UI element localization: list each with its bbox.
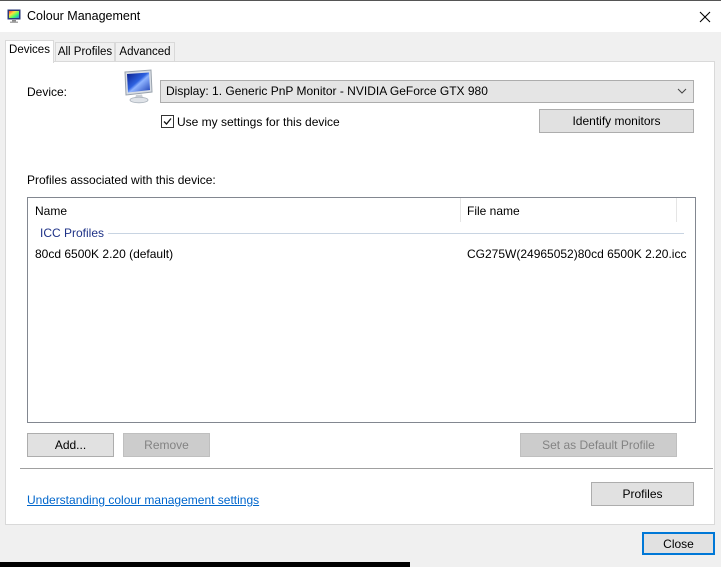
tab-devices[interactable]: Devices [5, 40, 54, 63]
device-label: Device: [27, 85, 68, 99]
close-button[interactable]: Close [642, 532, 715, 555]
close-icon[interactable] [697, 9, 713, 25]
use-my-settings-label: Use my settings for this device [177, 115, 340, 129]
profile-row[interactable]: 80cd 6500K 2.20 (default) CG275W(2496505… [28, 244, 695, 264]
profiles-list[interactable]: Name File name ICC Profiles 80cd 6500K 2… [27, 197, 696, 423]
identify-monitors-button[interactable]: Identify monitors [539, 109, 694, 133]
tab-advanced[interactable]: Advanced [115, 42, 175, 62]
column-header-file-name[interactable]: File name [460, 198, 676, 224]
group-label-icc-profiles: ICC Profiles [40, 226, 105, 240]
profile-file-name: CG275W(24965052)80cd 6500K 2.20.icc [467, 247, 687, 261]
colour-management-monitor-icon [7, 9, 21, 23]
window-title: Colour Management [27, 9, 141, 23]
set-as-default-profile-button[interactable]: Set as Default Profile [520, 433, 677, 457]
profiles-button[interactable]: Profiles [591, 482, 694, 506]
profile-name: 80cd 6500K 2.20 (default) [35, 247, 174, 261]
add-button[interactable]: Add... [27, 433, 114, 457]
chevron-down-icon [677, 88, 687, 94]
understanding-colour-management-link[interactable]: Understanding colour management settings [27, 493, 259, 507]
group-divider [108, 233, 684, 234]
device-dropdown[interactable]: Display: 1. Generic PnP Monitor - NVIDIA… [160, 80, 694, 103]
monitor-icon [124, 69, 153, 104]
remove-button[interactable]: Remove [123, 433, 210, 457]
device-dropdown-value: Display: 1. Generic PnP Monitor - NVIDIA… [166, 84, 488, 98]
column-header-name[interactable]: Name [28, 198, 460, 224]
devices-tab-panel: Device: Display: 1. Generic PnP Monitor … [5, 61, 715, 525]
use-my-settings-checkbox[interactable] [161, 115, 174, 128]
colour-management-window: Colour Management Devices All Profiles A… [0, 0, 721, 567]
profiles-section-label: Profiles associated with this device: [27, 173, 216, 187]
checkmark-icon [163, 118, 172, 125]
column-separator[interactable] [676, 198, 677, 222]
section-divider [20, 468, 713, 469]
title-bar: Colour Management [0, 1, 721, 32]
tab-all-profiles[interactable]: All Profiles [55, 42, 115, 62]
taskbar-fragment [0, 562, 410, 567]
